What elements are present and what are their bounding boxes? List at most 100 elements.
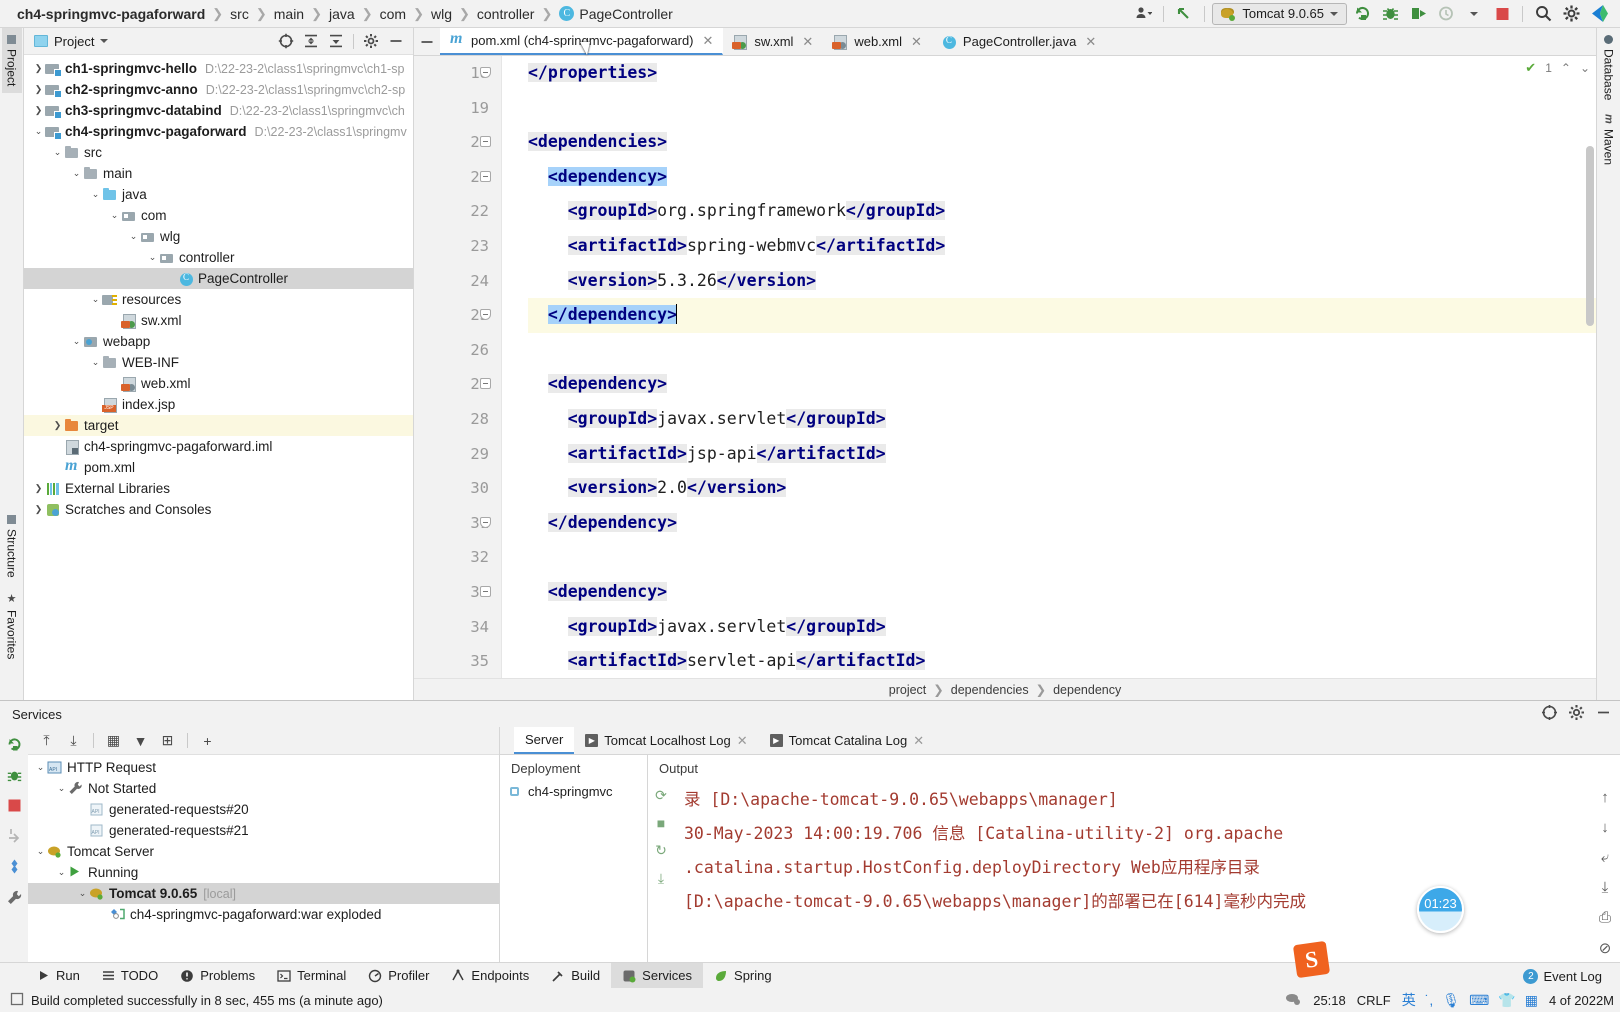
restart-icon[interactable]: ↻ — [655, 842, 667, 859]
run-with-coverage-icon[interactable] — [1405, 2, 1431, 26]
code-line[interactable]: <dependencies> — [528, 125, 1596, 160]
services-tree-row[interactable]: ⌄ Running — [28, 862, 499, 883]
sogou-ime-logo-icon[interactable]: S — [1292, 940, 1331, 979]
code-line[interactable]: <groupId>org.springframework</groupId> — [528, 194, 1596, 229]
deployment-item[interactable]: ch4-springmvc — [500, 781, 647, 802]
project-tree-row[interactable]: PageController — [24, 268, 413, 289]
clear-all-icon[interactable]: ⊘ — [1599, 939, 1612, 957]
chevron-down-icon[interactable]: ⌄ — [70, 168, 83, 179]
memory-indicator[interactable]: 4 of 2022M — [1549, 993, 1614, 1008]
chevron-down-icon[interactable] — [100, 39, 109, 43]
tool-window-button-todo[interactable]: TODO — [91, 963, 169, 989]
project-tree-row[interactable]: ⌄ WEB-INF — [24, 352, 413, 373]
tool-window-button-profiler[interactable]: Profiler — [357, 963, 440, 989]
settings-gear-icon[interactable] — [360, 30, 382, 52]
code-fold-icon[interactable] — [480, 378, 491, 390]
toolbox-grid-icon[interactable]: ▦ — [1525, 992, 1538, 1009]
project-tree-row[interactable]: ❯ Scratches and Consoles — [24, 499, 413, 520]
services-tree[interactable]: ⌄ API HTTP Request ⌄ Not Started API generated… — [28, 755, 499, 962]
project-tree-row[interactable]: sw.xml — [24, 310, 413, 331]
project-tree-row[interactable]: ⌄ com — [24, 205, 413, 226]
code-fold-icon[interactable] — [480, 516, 491, 528]
code-fold-icon[interactable] — [480, 585, 491, 597]
project-tree-row[interactable]: ⌄ ch4-springmvc-pagaforward D:\22-23-2\cla… — [24, 121, 413, 142]
chevron-right-icon[interactable]: ❯ — [32, 483, 45, 494]
debug-service-icon[interactable] — [6, 767, 23, 787]
project-tree-row[interactable]: ❯ External Libraries — [24, 478, 413, 499]
tomcat-log-output[interactable]: 录 [D:\apache-tomcat-9.0.65\webapps\manag… — [674, 781, 1590, 962]
gear-icon[interactable] — [1568, 704, 1585, 724]
services-tree-row[interactable]: ⌄ API HTTP Request — [28, 757, 499, 778]
soft-wrap-icon[interactable]: ⤶ — [1601, 849, 1609, 866]
tool-window-button-services[interactable]: Services — [611, 962, 704, 989]
sidebar-item-project[interactable]: Project — [1, 28, 22, 94]
build-status-message[interactable]: Build completed successfully in 8 sec, 4… — [31, 993, 383, 1008]
edit-configuration-icon[interactable] — [6, 858, 23, 878]
editor-tab[interactable]: PageController.java ✕ — [932, 28, 1106, 55]
chevron-up-icon[interactable]: ⌃ — [1561, 61, 1571, 75]
run-configuration-selector[interactable]: Tomcat 9.0.65 — [1212, 2, 1347, 25]
chevron-down-icon[interactable]: ⌄ — [55, 783, 68, 794]
group-by-icon[interactable]: ▦ — [101, 729, 126, 753]
project-tree-row[interactable]: ⌄ src — [24, 142, 413, 163]
code-fold-icon[interactable] — [480, 309, 491, 321]
stop-service-icon[interactable] — [7, 798, 22, 816]
hide-panel-icon[interactable] — [1595, 704, 1612, 724]
chevron-down-icon[interactable]: ⌄ — [51, 147, 64, 158]
notification-gear-icon[interactable] — [1284, 991, 1302, 1010]
ime-language-icon[interactable]: 英 — [1402, 990, 1416, 1010]
close-icon[interactable]: ✕ — [802, 34, 813, 50]
chevron-right-icon[interactable]: ❯ — [32, 504, 45, 515]
hide-tabs-icon[interactable] — [414, 28, 440, 55]
rerun-icon[interactable]: ⟳ — [655, 787, 667, 804]
project-tree-row[interactable]: ❯ target — [24, 415, 413, 436]
filter-icon[interactable]: ▼ — [128, 729, 153, 753]
xml-crumb-project[interactable]: project — [889, 683, 927, 697]
chevron-down-icon[interactable]: ⌄ — [76, 888, 89, 899]
show-services-icon[interactable]: ⊞ — [155, 729, 180, 753]
close-icon[interactable]: ✕ — [1085, 34, 1096, 50]
code-line[interactable] — [528, 91, 1596, 126]
code-line[interactable]: <dependency> — [528, 575, 1596, 610]
line-separator[interactable]: CRLF — [1357, 993, 1391, 1008]
tool-window-button-run[interactable]: Run — [26, 963, 91, 989]
tool-window-button-endpoints[interactable]: Endpoints — [440, 963, 540, 989]
breadcrumb-com[interactable]: com — [373, 6, 413, 22]
code-line[interactable]: <groupId>javax.servlet</groupId> — [528, 402, 1596, 437]
scroll-to-end-icon[interactable]: ⤓ — [1602, 879, 1609, 896]
chevron-down-icon[interactable]: ⌄ — [89, 294, 102, 305]
code-line[interactable]: <version>2.0</version> — [528, 471, 1596, 506]
caret-position[interactable]: 25:18 — [1313, 993, 1346, 1008]
sidebar-item-database[interactable]: Database — [1599, 28, 1619, 107]
services-tree-row[interactable]: ⌄ Tomcat Server — [28, 841, 499, 862]
close-icon[interactable]: ✕ — [911, 34, 922, 50]
code-line[interactable]: <artifactId>spring-webmvc</artifactId> — [528, 229, 1596, 264]
code-fold-icon[interactable] — [480, 136, 491, 148]
editor-gutter[interactable]: 18 19 2021 22 23 24 25 26 27 28 29 30 31 32 33 34 35 — [414, 56, 502, 678]
services-settings-icon[interactable] — [1541, 704, 1558, 724]
chevron-down-icon[interactable]: ⌄ — [55, 867, 68, 878]
services-log-tab[interactable]: ▶ Tomcat Catalina Log ✕ — [759, 727, 935, 754]
settings-wrench-icon[interactable] — [6, 889, 23, 909]
project-tree-row[interactable]: index.jsp — [24, 394, 413, 415]
redeploy-icon[interactable] — [6, 827, 23, 847]
services-tree-row[interactable]: API generated-requests#20 — [28, 799, 499, 820]
chevron-down-icon[interactable]: ⌄ — [146, 252, 159, 263]
microphone-icon[interactable]: 🎙 — [1442, 992, 1460, 1009]
project-tree-row[interactable]: ⌄ wlg — [24, 226, 413, 247]
editor-vertical-scrollbar[interactable] — [1586, 146, 1594, 326]
breadcrumb-java[interactable]: java — [322, 6, 362, 22]
rerun-service-icon[interactable] — [6, 736, 23, 756]
skin-tshirt-icon[interactable]: 👕 — [1498, 992, 1515, 1009]
editor-tab[interactable]: web.xml ✕ — [823, 28, 932, 55]
sidebar-item-structure[interactable]: Structure — [2, 508, 22, 585]
services-tree-row[interactable]: API generated-requests#21 — [28, 820, 499, 841]
services-log-tab[interactable]: Server — [514, 727, 575, 754]
close-icon[interactable]: ✕ — [913, 733, 924, 749]
services-log-tab[interactable]: ▶ Tomcat Localhost Log ✕ — [574, 727, 758, 754]
services-tree-row[interactable]: ⌄ Tomcat 9.0.65 [local] — [28, 883, 499, 904]
project-file-tree[interactable]: ❯ ch1-springmvc-hello D:\22-23-2\class1\sp… — [24, 55, 413, 700]
punctuation-icon[interactable]: ˙, — [1425, 992, 1434, 1008]
sidebar-item-favorites[interactable]: ★ Favorites — [2, 585, 22, 666]
scroll-up-icon[interactable]: ↑ — [1601, 789, 1609, 806]
